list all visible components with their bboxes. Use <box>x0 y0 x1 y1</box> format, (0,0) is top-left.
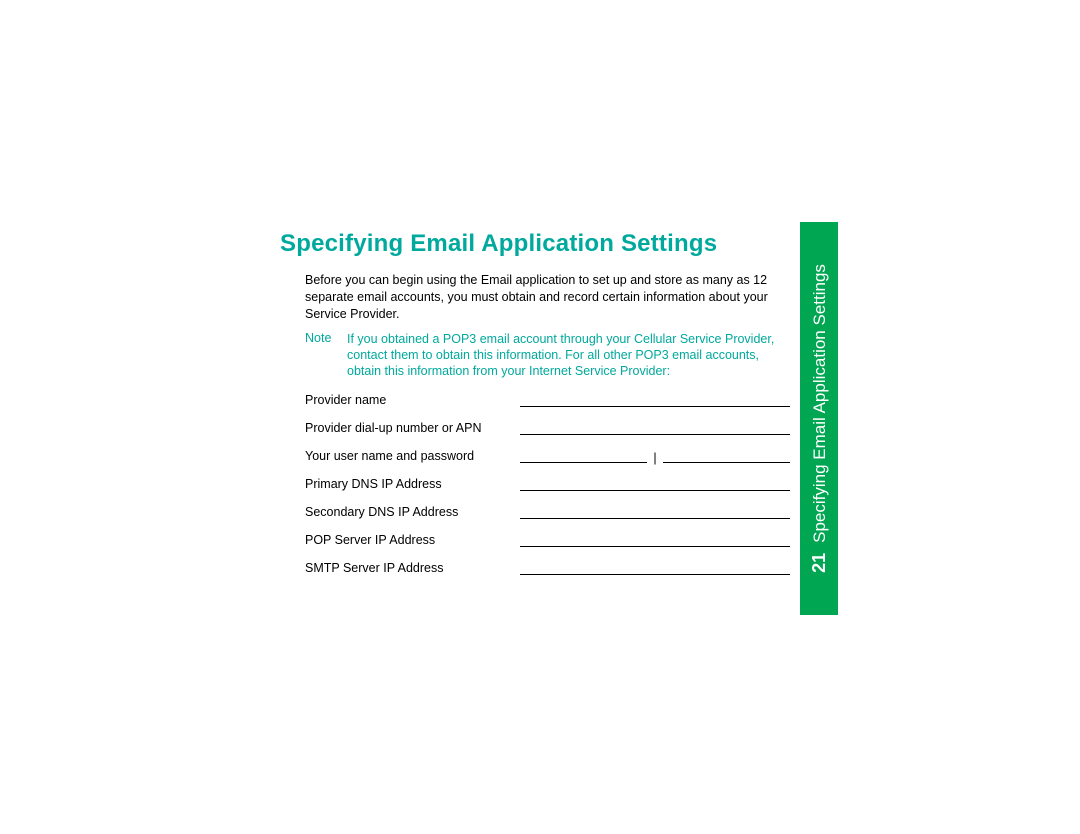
form-blank-line <box>520 451 647 463</box>
form-label-secondary-dns: Secondary DNS IP Address <box>305 505 520 519</box>
form-row: SMTP Server IP Address <box>305 561 790 575</box>
form-blank-line <box>520 535 790 547</box>
note-text: If you obtained a POP3 email account thr… <box>347 331 790 380</box>
page-number: 21 <box>809 553 830 573</box>
form-blank-line <box>663 451 790 463</box>
form-row: Primary DNS IP Address <box>305 477 790 491</box>
form-blank-line <box>520 563 790 575</box>
form-blank-line <box>520 479 790 491</box>
form-row: Secondary DNS IP Address <box>305 505 790 519</box>
page-title: Specifying Email Application Settings <box>280 230 840 258</box>
form-label-provider-name: Provider name <box>305 393 520 407</box>
form-label-username-password: Your user name and password <box>305 449 520 463</box>
form-row: POP Server IP Address <box>305 533 790 547</box>
form-row: Provider dial-up number or APN <box>305 421 790 435</box>
note-label: Note <box>305 331 347 380</box>
form-label-primary-dns: Primary DNS IP Address <box>305 477 520 491</box>
form-label-smtp-server: SMTP Server IP Address <box>305 561 520 575</box>
intro-paragraph: Before you can begin using the Email app… <box>305 272 790 323</box>
form-blank-line <box>520 395 790 407</box>
split-separator: | <box>647 451 662 465</box>
side-tab-inner: 21 Specifying Email Application Settings <box>809 264 830 573</box>
note-block: Note If you obtained a POP3 email accoun… <box>305 331 790 380</box>
form-row: Provider name <box>305 393 790 407</box>
form-label-pop-server: POP Server IP Address <box>305 533 520 547</box>
form-blank-line-split: | <box>520 451 790 463</box>
form-blank-line <box>520 423 790 435</box>
form-label-dialup-apn: Provider dial-up number or APN <box>305 421 520 435</box>
side-tab: 21 Specifying Email Application Settings <box>800 222 838 615</box>
form-blank-line <box>520 507 790 519</box>
document-page: Specifying Email Application Settings Be… <box>280 230 840 589</box>
side-tab-title: Specifying Email Application Settings <box>810 264 830 543</box>
form-row: Your user name and password | <box>305 449 790 463</box>
